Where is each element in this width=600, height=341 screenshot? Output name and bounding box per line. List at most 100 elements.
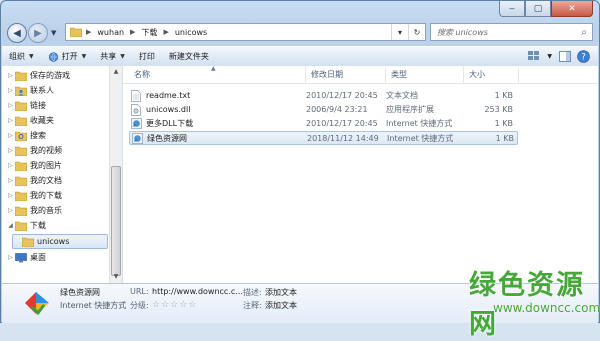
details-file-type: Internet 快捷方式 bbox=[60, 301, 127, 310]
organize-label: 组织 bbox=[9, 52, 25, 61]
nav-item-desktop[interactable]: ▷ 桌面 bbox=[6, 250, 112, 265]
scroll-up-arrow-icon[interactable]: ▲ bbox=[110, 66, 122, 78]
nav-item-my-videos[interactable]: ▷ 我的视频 bbox=[6, 143, 112, 158]
collapse-arrow-icon[interactable]: ◢ bbox=[6, 222, 15, 229]
chevron-down-icon[interactable]: ▼ bbox=[547, 53, 552, 60]
search-input[interactable]: 搜索 unicows bbox=[431, 27, 576, 38]
expand-arrow-icon[interactable]: ▷ bbox=[6, 177, 15, 184]
nav-item-downloads[interactable]: ◢ 下载 bbox=[6, 218, 112, 233]
nav-item-my-pictures[interactable]: ▷ 我的图片 bbox=[6, 158, 112, 173]
column-header-name[interactable]: 名称 bbox=[129, 66, 306, 83]
folder-icon bbox=[22, 237, 34, 247]
expand-arrow-icon[interactable]: ▷ bbox=[6, 162, 15, 169]
internet-shortcut-icon bbox=[132, 133, 143, 144]
file-row-unicows-dll[interactable]: unicows.dll 2006/9/4 23:21 应用程序扩展 253 KB bbox=[129, 103, 518, 117]
rating-stars[interactable]: ☆☆☆☆☆ bbox=[152, 300, 197, 310]
open-label: 打开 bbox=[61, 52, 78, 61]
nav-item-my-documents[interactable]: ▷ 我的文档 bbox=[6, 173, 112, 188]
caption-buttons: ‒ ▢ ✕ bbox=[499, 1, 593, 17]
nav-item-contacts[interactable]: ▷ 联系人 bbox=[6, 83, 112, 98]
file-date: 2010/12/17 20:45 bbox=[306, 119, 378, 128]
scroll-down-arrow-icon[interactable]: ▼ bbox=[110, 271, 122, 283]
column-header-row: ▲ 名称 修改日期 类型 大小 bbox=[123, 65, 598, 84]
breadcrumb-separator[interactable]: ▶ bbox=[82, 28, 95, 36]
file-size: 1 KB bbox=[495, 134, 514, 143]
breadcrumb-wuhan[interactable]: wuhan bbox=[95, 28, 126, 37]
minimize-button[interactable]: ‒ bbox=[499, 1, 525, 17]
search-box[interactable]: 搜索 unicows ⌕ bbox=[430, 23, 593, 41]
nav-item-my-music[interactable]: ▷ 我的音乐 bbox=[6, 203, 112, 218]
scroll-thumb[interactable] bbox=[111, 166, 121, 276]
nav-item-label: 我的音乐 bbox=[30, 206, 62, 215]
address-history-dropdown[interactable]: ▾ bbox=[391, 24, 408, 40]
expand-arrow-icon[interactable]: ▷ bbox=[6, 254, 15, 261]
file-row-readme[interactable]: readme.txt 2010/12/17 20:45 文本文档 1 KB bbox=[129, 89, 518, 103]
command-bar: 组织 ▼ 打开 ▼ 共享 ▼ 打印 新建文件夹 ▼ ? bbox=[2, 46, 598, 67]
nav-item-label: 我的视频 bbox=[30, 146, 62, 155]
open-button[interactable]: 打开 ▼ bbox=[41, 48, 94, 65]
expand-arrow-icon[interactable]: ▷ bbox=[6, 72, 15, 79]
nav-item-favorites[interactable]: ▷ 收藏夹 bbox=[6, 113, 112, 128]
expand-arrow-icon[interactable]: ▷ bbox=[6, 147, 15, 154]
details-file-name: 绿色资源网 bbox=[60, 288, 100, 297]
details-comment-value[interactable]: 添加文本 bbox=[265, 300, 297, 311]
forward-button[interactable]: ▶ bbox=[28, 23, 48, 43]
folder-icon bbox=[15, 161, 27, 171]
address-buttons: ▾ ↻ bbox=[391, 24, 425, 40]
view-options-icon[interactable] bbox=[525, 48, 543, 64]
print-button[interactable]: 打印 bbox=[132, 48, 162, 65]
preview-pane-icon[interactable] bbox=[556, 48, 574, 64]
breadcrumb-unicows[interactable]: unicows bbox=[173, 28, 209, 37]
nav-item-my-downloads[interactable]: ▷ 我的下载 bbox=[6, 188, 112, 203]
file-row-more-dll[interactable]: 更多DLL下载 2010/12/17 20:45 Internet 快捷方式 1… bbox=[129, 117, 518, 131]
breadcrumb-separator[interactable]: ▶ bbox=[159, 28, 172, 36]
file-size: 253 KB bbox=[484, 105, 513, 114]
refresh-icon[interactable]: ↻ bbox=[408, 24, 425, 40]
open-icon bbox=[48, 51, 59, 62]
nav-item-unicows[interactable]: unicows bbox=[12, 234, 108, 249]
folder-icon bbox=[15, 71, 27, 81]
nav-item-label: 链接 bbox=[30, 101, 46, 110]
new-folder-button[interactable]: 新建文件夹 bbox=[162, 48, 216, 65]
maximize-button[interactable]: ▢ bbox=[525, 1, 551, 17]
search-folder-icon bbox=[15, 131, 27, 141]
details-url-value[interactable]: http://www.downcc.c... bbox=[152, 287, 243, 296]
nav-item-label: 保存的游戏 bbox=[30, 71, 70, 80]
help-icon[interactable]: ? bbox=[574, 48, 592, 64]
back-button[interactable]: ◀ bbox=[7, 23, 27, 43]
breadcrumb-separator[interactable]: ▶ bbox=[126, 28, 139, 36]
print-label: 打印 bbox=[138, 52, 155, 61]
details-comment-label: 注释: bbox=[243, 301, 262, 310]
expand-arrow-icon[interactable]: ▷ bbox=[6, 207, 15, 214]
file-name: readme.txt bbox=[146, 91, 191, 100]
column-header-date[interactable]: 修改日期 bbox=[306, 66, 386, 83]
nav-item-searches[interactable]: ▷ 搜索 bbox=[6, 128, 112, 143]
expand-arrow-icon[interactable]: ▷ bbox=[6, 132, 15, 139]
column-header-type[interactable]: 类型 bbox=[386, 66, 464, 83]
address-bar[interactable]: ▶ wuhan ▶ 下载 ▶ unicows ▾ ↻ bbox=[65, 23, 426, 41]
details-rating-label: 分级: bbox=[130, 301, 149, 310]
search-icon[interactable]: ⌕ bbox=[576, 27, 592, 38]
file-type: 文本文档 bbox=[386, 91, 418, 100]
navigation-row: ◀ ▶ ▼ ▶ wuhan ▶ 下载 ▶ unicows ▾ ↻ 搜索 unic… bbox=[7, 22, 593, 44]
dll-file-icon bbox=[131, 104, 141, 116]
text-file-icon bbox=[131, 90, 141, 102]
share-button[interactable]: 共享 ▼ bbox=[93, 48, 132, 65]
recent-pages-dropdown[interactable]: ▼ bbox=[51, 29, 56, 37]
organize-button[interactable]: 组织 ▼ bbox=[2, 48, 41, 65]
expand-arrow-icon[interactable]: ▷ bbox=[6, 117, 15, 124]
expand-arrow-icon[interactable]: ▷ bbox=[6, 102, 15, 109]
expand-arrow-icon[interactable]: ▷ bbox=[6, 192, 15, 199]
file-row-green-resource[interactable]: 绿色资源网 2018/11/12 14:49 Internet 快捷方式 1 K… bbox=[129, 131, 518, 145]
file-type: Internet 快捷方式 bbox=[387, 134, 454, 143]
nav-item-links[interactable]: ▷ 链接 bbox=[6, 98, 112, 113]
chevron-down-icon: ▼ bbox=[120, 53, 125, 60]
close-button[interactable]: ✕ bbox=[551, 1, 593, 17]
nav-pane-scrollbar[interactable]: ▲ ▼ bbox=[109, 66, 122, 283]
column-header-size[interactable]: 大小 bbox=[464, 66, 519, 83]
nav-item-label: 搜索 bbox=[30, 131, 46, 140]
expand-arrow-icon[interactable]: ▷ bbox=[6, 87, 15, 94]
nav-item-saved-games[interactable]: ▷ 保存的游戏 bbox=[6, 68, 112, 83]
details-description-value[interactable]: 添加文本 bbox=[265, 287, 297, 298]
breadcrumb-downloads[interactable]: 下载 bbox=[139, 27, 159, 38]
